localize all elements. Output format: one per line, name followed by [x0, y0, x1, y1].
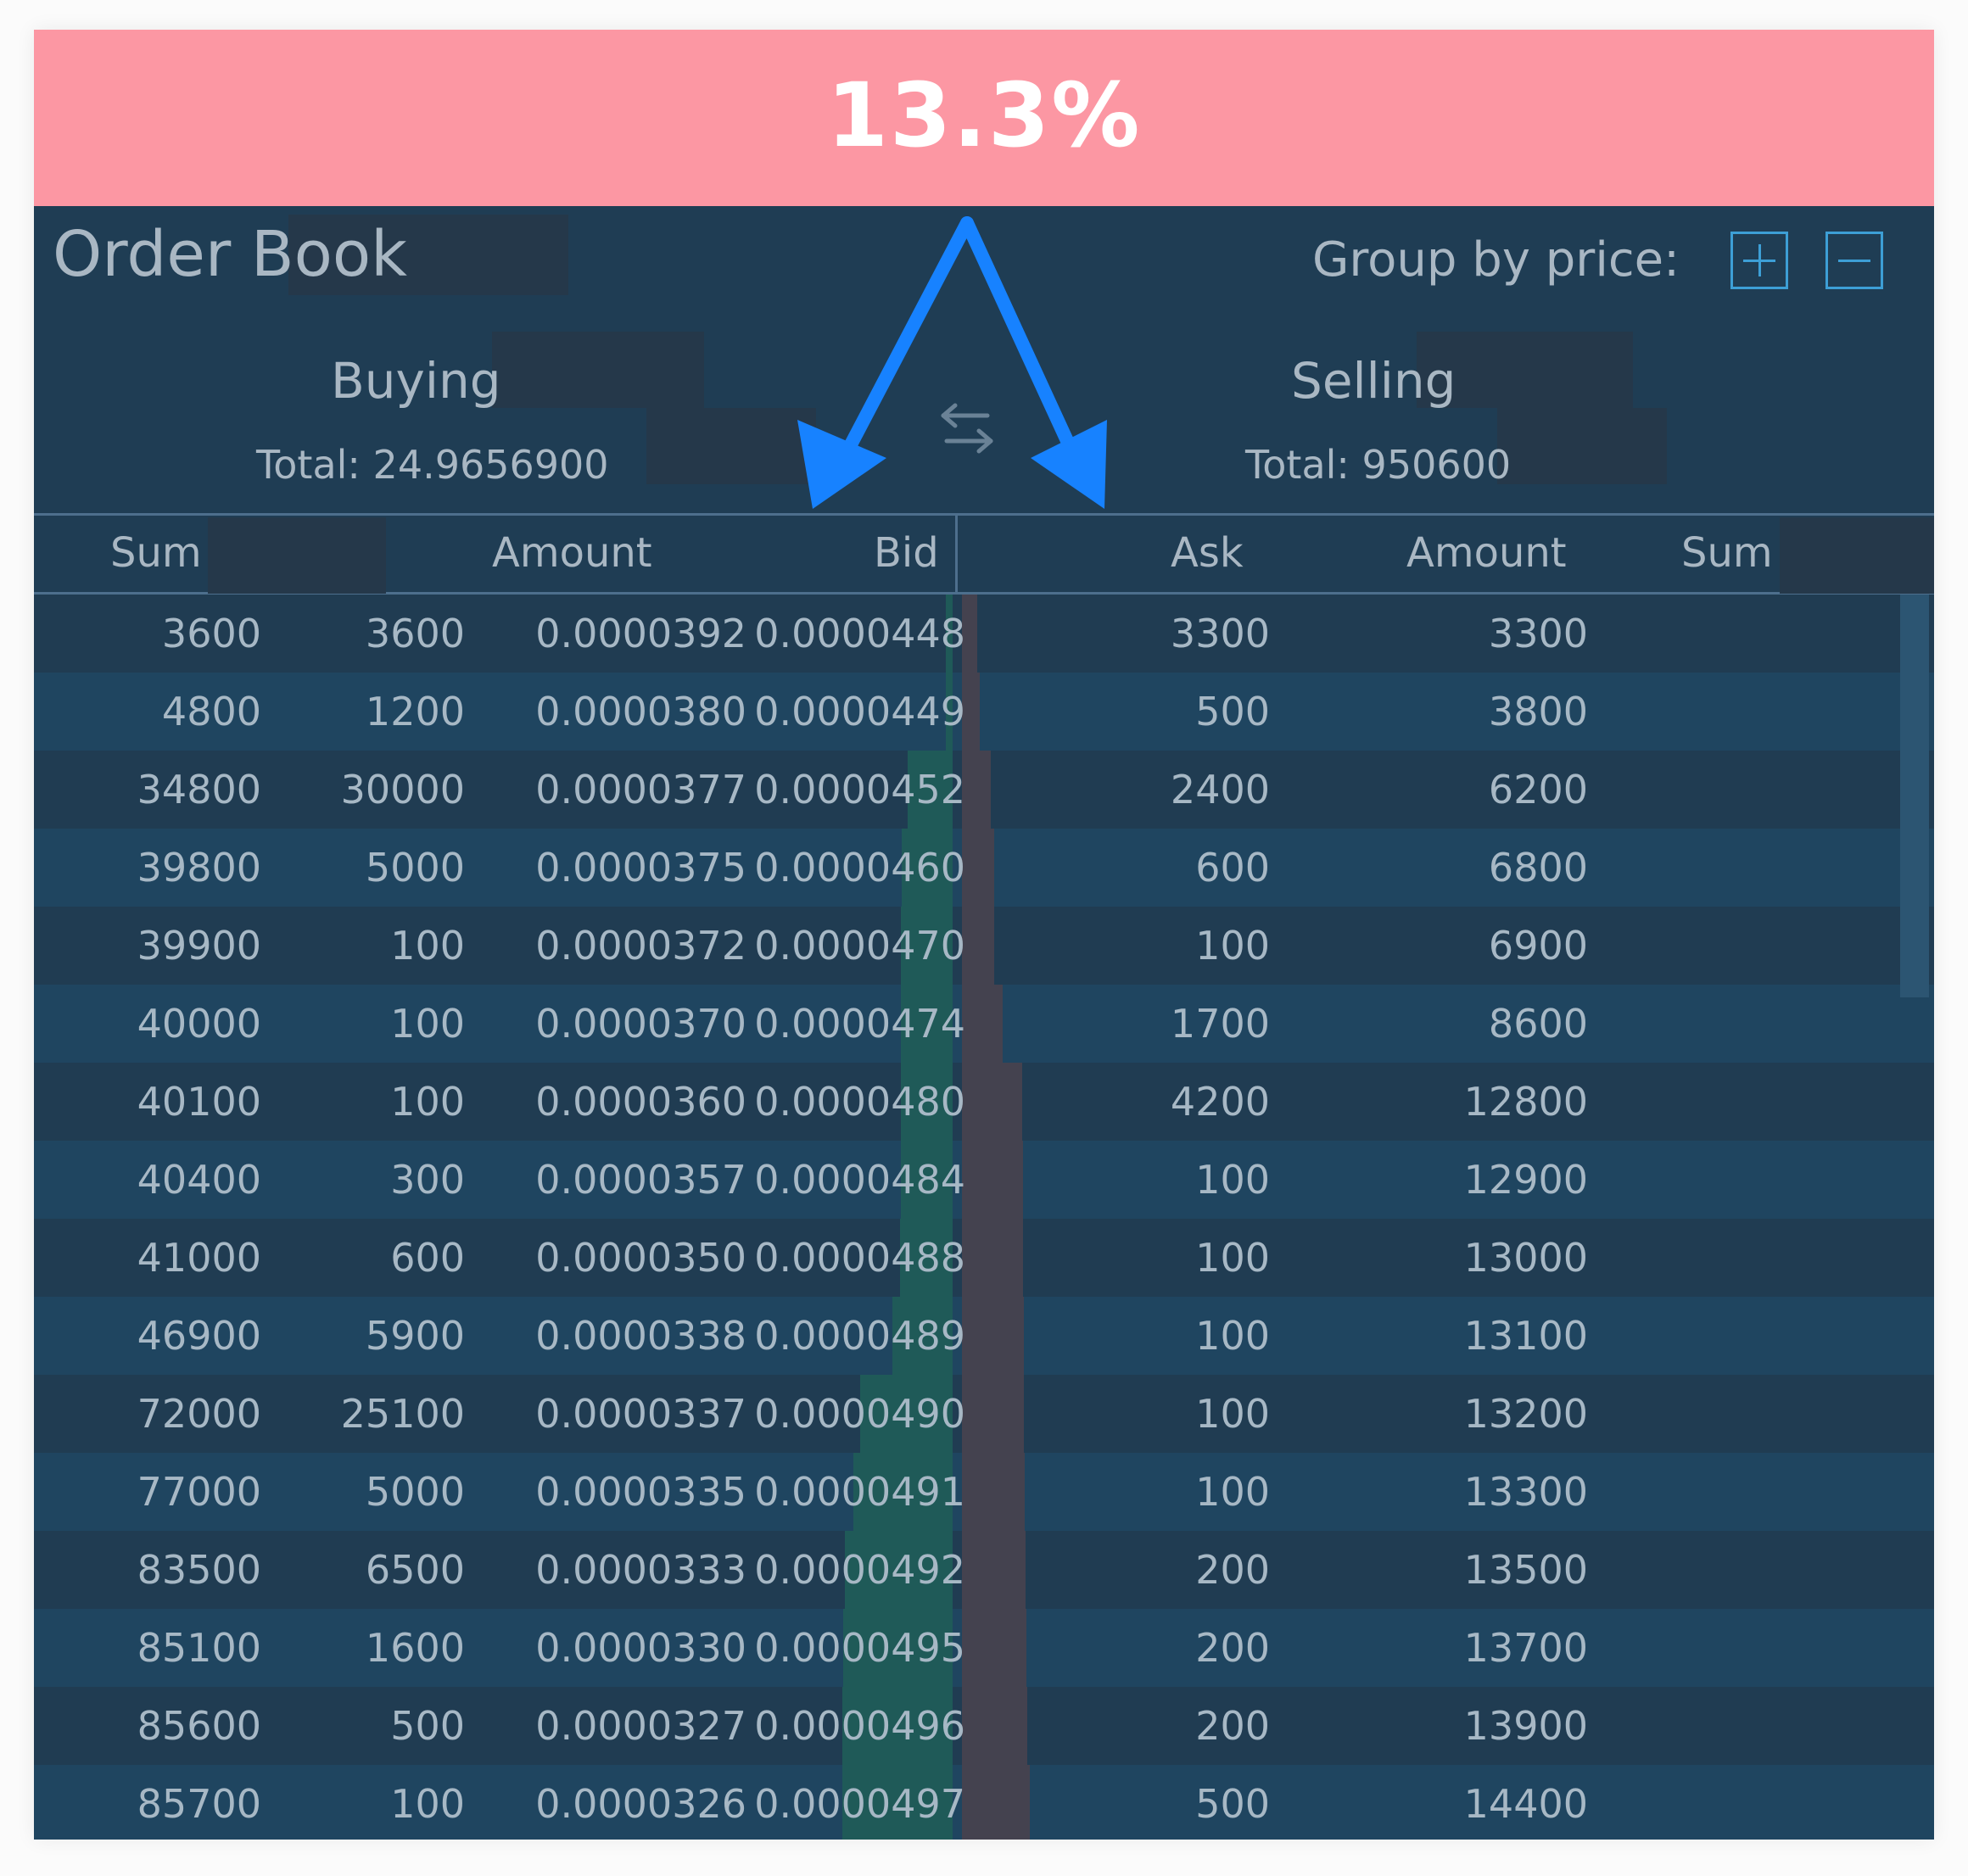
ask-sum-cell: 13700 — [1463, 1625, 1588, 1671]
ask-sum-cell: 13900 — [1463, 1703, 1588, 1749]
ask-amount-cell: 1700 — [1170, 1001, 1270, 1047]
ask-sum-cell: 12800 — [1463, 1079, 1588, 1125]
table-row[interactable]: 39800 5000 0.0000375 0.0000460 600 6800 — [34, 829, 1934, 907]
ask-sum-cell: 13200 — [1463, 1391, 1588, 1437]
ask-amount-cell: 100 — [1195, 1313, 1270, 1359]
ask-sum-cell: 6900 — [1488, 923, 1588, 969]
ask-sum-cell: 6800 — [1488, 845, 1588, 891]
table-row[interactable]: 72000 25100 0.0000337 0.0000490 100 13200 — [34, 1375, 1934, 1453]
column-header-bid-sum[interactable]: Sum — [110, 533, 202, 573]
column-header-bid-amount[interactable]: Amount — [492, 533, 652, 573]
ask-price-cell: 0.0000490 — [754, 1391, 965, 1437]
ask-price-cell: 0.0000492 — [754, 1547, 965, 1593]
redaction-block — [646, 408, 816, 484]
column-header-ask-amount[interactable]: Amount — [1406, 533, 1567, 573]
ask-sum-cell: 3300 — [1488, 611, 1588, 656]
table-row[interactable]: 46900 5900 0.0000338 0.0000489 100 13100 — [34, 1297, 1934, 1375]
ask-sum-cell: 13500 — [1463, 1547, 1588, 1593]
ask-price-cell: 0.0000452 — [754, 767, 965, 812]
redaction-block — [1497, 408, 1667, 484]
ask-amount-cell: 100 — [1195, 1235, 1270, 1281]
table-row[interactable]: 3600 3600 0.0000392 0.0000448 3300 3300 — [34, 595, 1934, 673]
ask-sum-cell: 13100 — [1463, 1313, 1588, 1359]
column-header-ask-sum[interactable]: Sum — [1681, 533, 1773, 573]
redaction-block — [1780, 517, 1934, 594]
table-row[interactable]: 41000 600 0.0000350 0.0000488 100 13000 — [34, 1219, 1934, 1297]
ask-sum-cell: 14400 — [1463, 1781, 1588, 1827]
spread-banner: 13.3% — [34, 30, 1934, 206]
ask-amount-cell: 4200 — [1170, 1079, 1270, 1125]
ask-amount-cell: 500 — [1195, 1781, 1270, 1827]
ask-sum-cell: 3800 — [1488, 689, 1588, 734]
ask-price-cell: 0.0000470 — [754, 923, 965, 969]
column-header-row: Sum Amount Bid Ask Amount Sum — [34, 513, 1934, 595]
ask-price-cell: 0.0000480 — [754, 1079, 965, 1125]
ask-price-cell: 0.0000488 — [754, 1235, 965, 1281]
column-header-ask[interactable]: Ask — [1171, 533, 1244, 573]
ask-price-cell: 0.0000495 — [754, 1625, 965, 1671]
ask-amount-cell: 100 — [1195, 923, 1270, 969]
swap-arrows-icon[interactable] — [933, 388, 1001, 465]
column-header-bid[interactable]: Bid — [874, 533, 939, 573]
table-row[interactable]: 4800 1200 0.0000380 0.0000449 500 3800 — [34, 673, 1934, 751]
ask-sum-cell: 12900 — [1463, 1157, 1588, 1203]
spread-percentage: 13.3% — [826, 64, 1142, 167]
ask-amount-cell: 3300 — [1170, 611, 1270, 656]
ask-price-cell: 0.0000474 — [754, 1001, 965, 1047]
buying-total: Total: 24.9656900 — [256, 442, 609, 488]
table-row[interactable]: 40000 100 0.0000370 0.0000474 1700 8600 — [34, 985, 1934, 1063]
group-by-price-label: Group by price: — [1311, 232, 1680, 288]
ask-price-cell: 0.0000484 — [754, 1157, 965, 1203]
selling-label: Selling — [1291, 352, 1456, 410]
ask-amount-cell: 100 — [1195, 1157, 1270, 1203]
ask-amount-cell: 200 — [1195, 1703, 1270, 1749]
ask-price-cell: 0.0000448 — [754, 611, 965, 656]
redaction-block — [208, 517, 386, 594]
table-row[interactable]: 39900 100 0.0000372 0.0000470 100 6900 — [34, 907, 1934, 985]
ask-amount-cell: 100 — [1195, 1391, 1270, 1437]
table-row[interactable]: 77000 5000 0.0000335 0.0000491 100 13300 — [34, 1453, 1934, 1531]
selling-total: Total: 950600 — [1245, 442, 1512, 488]
ask-price-cell: 0.0000460 — [754, 845, 965, 891]
ask-sum-cell: 6200 — [1488, 767, 1588, 812]
table-row[interactable]: 85600 500 0.0000327 0.0000496 200 13900 — [34, 1687, 1934, 1765]
ask-sum-cell: 13000 — [1463, 1235, 1588, 1281]
ask-amount-cell: 200 — [1195, 1547, 1270, 1593]
ask-price-cell: 0.0000496 — [754, 1703, 965, 1749]
minus-icon[interactable] — [1825, 232, 1883, 289]
ask-amount-cell: 500 — [1195, 689, 1270, 734]
ask-price-cell: 0.0000491 — [754, 1469, 965, 1515]
table-row[interactable]: 40400 300 0.0000357 0.0000484 100 12900 — [34, 1141, 1934, 1219]
screenshot-frame: 13.3% Order Book Group by price: Buying … — [34, 30, 1934, 1840]
ask-price-cell: 0.0000449 — [754, 689, 965, 734]
ask-amount-cell: 600 — [1195, 845, 1270, 891]
ask-sum-cell: 13300 — [1463, 1469, 1588, 1515]
order-book-title: Order Book — [53, 218, 407, 291]
ask-amount-cell: 2400 — [1170, 767, 1270, 812]
buying-label: Buying — [331, 352, 501, 410]
redaction-block — [492, 332, 704, 408]
order-book-panel: Order Book Group by price: Buying Total:… — [34, 206, 1934, 1840]
ask-price-cell: 0.0000489 — [754, 1313, 965, 1359]
table-row[interactable]: 34800 30000 0.0000377 0.0000452 2400 6200 — [34, 751, 1934, 829]
plus-icon[interactable] — [1730, 232, 1788, 289]
scrollbar-thumb[interactable] — [1900, 595, 1929, 997]
table-row[interactable]: 83500 6500 0.0000333 0.0000492 200 13500 — [34, 1531, 1934, 1609]
ask-price-cell: 0.0000497 — [754, 1781, 965, 1827]
table-row[interactable]: 85700 100 0.0000326 0.0000497 500 14400 — [34, 1765, 1934, 1840]
ask-sum-cell: 8600 — [1488, 1001, 1588, 1047]
table-row[interactable]: 40100 100 0.0000360 0.0000480 4200 12800 — [34, 1063, 1934, 1141]
ask-amount-cell: 100 — [1195, 1469, 1270, 1515]
table-row[interactable]: 85100 1600 0.0000330 0.0000495 200 13700 — [34, 1609, 1934, 1687]
center-divider — [955, 516, 958, 592]
ask-amount-cell: 200 — [1195, 1625, 1270, 1671]
